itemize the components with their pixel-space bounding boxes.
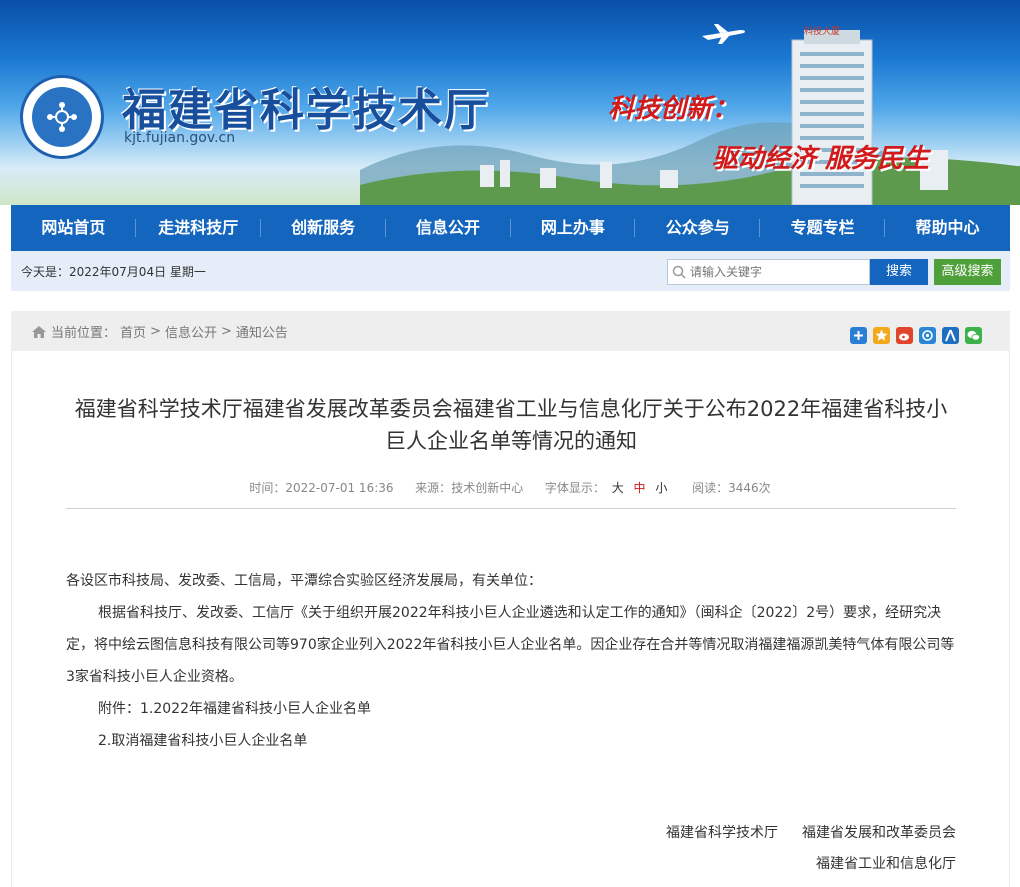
article-body: 各设区市科技局、发改委、工信局，平潭综合实验区经济发展局，有关单位： 根据省科技… — [66, 565, 956, 757]
building-sign: 科技大厦 — [804, 27, 841, 37]
renren-share-icon[interactable] — [942, 327, 959, 344]
attachment-1[interactable]: 附件：1.2022年福建省科技小巨人企业名单 — [66, 693, 956, 725]
star-share-icon[interactable] — [873, 327, 890, 344]
plus-share-icon[interactable] — [850, 327, 867, 344]
wechat-share-icon[interactable] — [965, 327, 982, 344]
nav-item-home[interactable]: 网站首页 — [11, 205, 136, 251]
font-size-label: 字体显示： — [544, 481, 605, 495]
breadcrumb-info-disclosure[interactable]: 信息公开 — [165, 322, 217, 341]
title-divider — [66, 508, 956, 509]
nav-item-public-participation[interactable]: 公众参与 — [635, 205, 761, 251]
qzone-share-icon[interactable] — [919, 327, 936, 344]
search-input[interactable] — [690, 265, 860, 279]
breadcrumb-bar: 当前位置： 首页 > 信息公开 > 通知公告 — [11, 311, 1010, 351]
nav-item-innovation-services[interactable]: 创新服务 — [261, 205, 386, 251]
share-toolbar — [850, 327, 982, 344]
font-size-small[interactable]: 小 — [655, 481, 667, 495]
current-date: 今天是：2022年07月04日 星期一 — [21, 265, 206, 279]
nav-item-about[interactable]: 走进科技厅 — [136, 205, 261, 251]
time-label: 时间： — [249, 481, 286, 495]
science-tower-illustration — [791, 30, 873, 205]
slogan-line-2: 驱动经济 服务民生 — [712, 144, 930, 174]
publish-time: 2022-07-01 16:36 — [285, 481, 394, 495]
article-title: 福建省科学技术厅福建省发展改革委员会福建省工业与信息化厅关于公布2022年福建省… — [74, 397, 948, 453]
salutation: 各设区市科技局、发改委、工信局，平潭综合实验区经济发展局，有关单位： — [66, 573, 542, 589]
signatory-industry-dept: 福建省工业和信息化厅 — [816, 856, 956, 872]
breadcrumb: 当前位置： 首页 > 信息公开 > 通知公告 — [31, 322, 288, 341]
breadcrumb-separator: > — [220, 324, 232, 339]
nav-item-special-topics[interactable]: 专题专栏 — [760, 205, 886, 251]
font-size-large[interactable]: 大 — [612, 481, 624, 495]
site-domain: kjt.fujian.gov.cn — [124, 130, 236, 146]
nav-item-online-services[interactable]: 网上办事 — [511, 205, 636, 251]
site-banner: 科技大厦 福建省科学技术厅 kjt.fujian.gov.cn 科技创新： 驱动… — [0, 0, 1020, 205]
main-nav: 网站首页 走进科技厅 创新服务 信息公开 网上办事 公众参与 专题专栏 帮助中心 — [11, 205, 1010, 251]
seal-emblem-icon — [32, 87, 92, 147]
source-value: 技术创新中心 — [451, 481, 524, 495]
info-bar: 今天是：2022年07月04日 星期一 搜索 高级搜索 — [11, 251, 1010, 291]
nav-item-help-center[interactable]: 帮助中心 — [885, 205, 1010, 251]
home-icon — [32, 325, 46, 338]
advanced-search-button[interactable]: 高级搜索 — [934, 259, 1001, 285]
airplane-icon — [702, 24, 745, 44]
views-count: 3446次 — [728, 481, 771, 495]
views-label: 阅读： — [692, 481, 729, 495]
search-box[interactable] — [667, 259, 870, 285]
nav-item-info-disclosure[interactable]: 信息公开 — [386, 205, 511, 251]
article-meta: 时间：2022-07-01 16:36 来源：技术创新中心 字体显示： 大 中 … — [0, 479, 1020, 496]
breadcrumb-notices[interactable]: 通知公告 — [236, 322, 288, 341]
search-button[interactable]: 搜索 — [870, 259, 928, 285]
breadcrumb-separator: > — [150, 324, 161, 339]
site-logo-seal[interactable] — [20, 75, 104, 159]
breadcrumb-home[interactable]: 首页 — [120, 322, 146, 341]
search-icon — [668, 261, 690, 283]
signatory-reform-commission: 福建省发展和改革委员会 — [802, 825, 956, 841]
slogan-line-1: 科技创新： — [608, 94, 739, 124]
attachment-2[interactable]: 2.取消福建省科技小巨人企业名单 — [66, 725, 956, 757]
breadcrumb-prefix: 当前位置： — [51, 326, 117, 341]
source-label: 来源： — [415, 481, 452, 495]
font-size-medium[interactable]: 中 — [634, 481, 646, 495]
weibo-share-icon[interactable] — [896, 327, 913, 344]
signatories-line-1: 福建省科学技术厅 福建省发展和改革委员会 — [666, 822, 956, 842]
body-paragraph: 根据省科技厅、发改委、工信厅《关于组织开展2022年科技小巨人企业遴选和认定工作… — [66, 605, 955, 685]
site-title[interactable]: 福建省科学技术厅 — [122, 74, 490, 138]
signatory-science-dept: 福建省科学技术厅 — [666, 825, 778, 841]
